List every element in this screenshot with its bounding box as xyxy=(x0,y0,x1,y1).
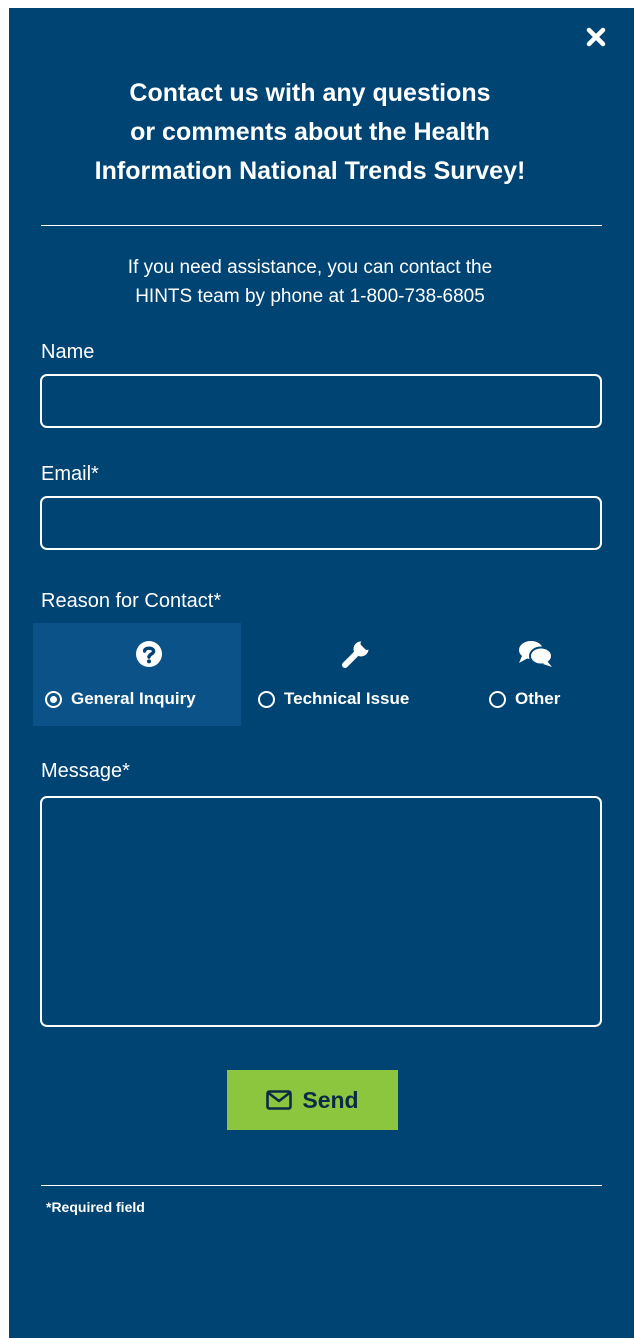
close-button[interactable] xyxy=(583,24,609,50)
question-circle-icon xyxy=(134,639,164,669)
send-label: Send xyxy=(302,1086,359,1113)
contact-dialog: Contact us with any questions or comment… xyxy=(9,8,634,1338)
assistance-text: If you need assistance, you can contact … xyxy=(9,253,611,311)
email-input[interactable] xyxy=(40,496,602,550)
assist-line-2: HINTS team by phone at 1-800-738-6805 xyxy=(135,286,485,307)
name-input[interactable] xyxy=(40,374,602,428)
send-button[interactable]: Send xyxy=(227,1070,398,1130)
title-line-2: or comments about the Health xyxy=(130,118,490,146)
bottom-divider xyxy=(41,1185,602,1186)
wrench-icon xyxy=(341,639,371,669)
reason-label: Reason for Contact* xyxy=(41,590,222,612)
reason-technical-issue[interactable]: Technical Issue xyxy=(248,623,458,726)
top-divider xyxy=(41,225,602,226)
title-line-1: Contact us with any questions xyxy=(129,79,491,107)
reason-options: General Inquiry Technical Issue Other xyxy=(33,623,608,726)
dialog-title: Contact us with any questions or comment… xyxy=(9,74,611,191)
title-line-3: Information National Trends Survey! xyxy=(94,157,526,185)
required-note: *Required field xyxy=(46,1199,145,1215)
message-textarea[interactable] xyxy=(40,796,602,1027)
reason-other[interactable]: Other xyxy=(473,623,593,726)
reason-technical-issue-label: Technical Issue xyxy=(284,689,410,708)
assist-line-1: If you need assistance, you can contact … xyxy=(127,257,493,278)
reason-general-inquiry[interactable]: General Inquiry xyxy=(33,623,241,726)
reason-other-label: Other xyxy=(515,689,561,708)
radio-general-inquiry[interactable] xyxy=(45,690,62,708)
reason-general-inquiry-label: General Inquiry xyxy=(71,689,196,708)
envelope-icon xyxy=(266,1090,293,1110)
name-label: Name xyxy=(41,341,95,363)
close-icon xyxy=(586,27,606,47)
radio-other[interactable] xyxy=(489,690,506,708)
email-label: Email* xyxy=(41,463,99,485)
radio-technical-issue[interactable] xyxy=(258,690,275,708)
comments-icon xyxy=(517,639,555,669)
message-label: Message* xyxy=(41,760,130,782)
